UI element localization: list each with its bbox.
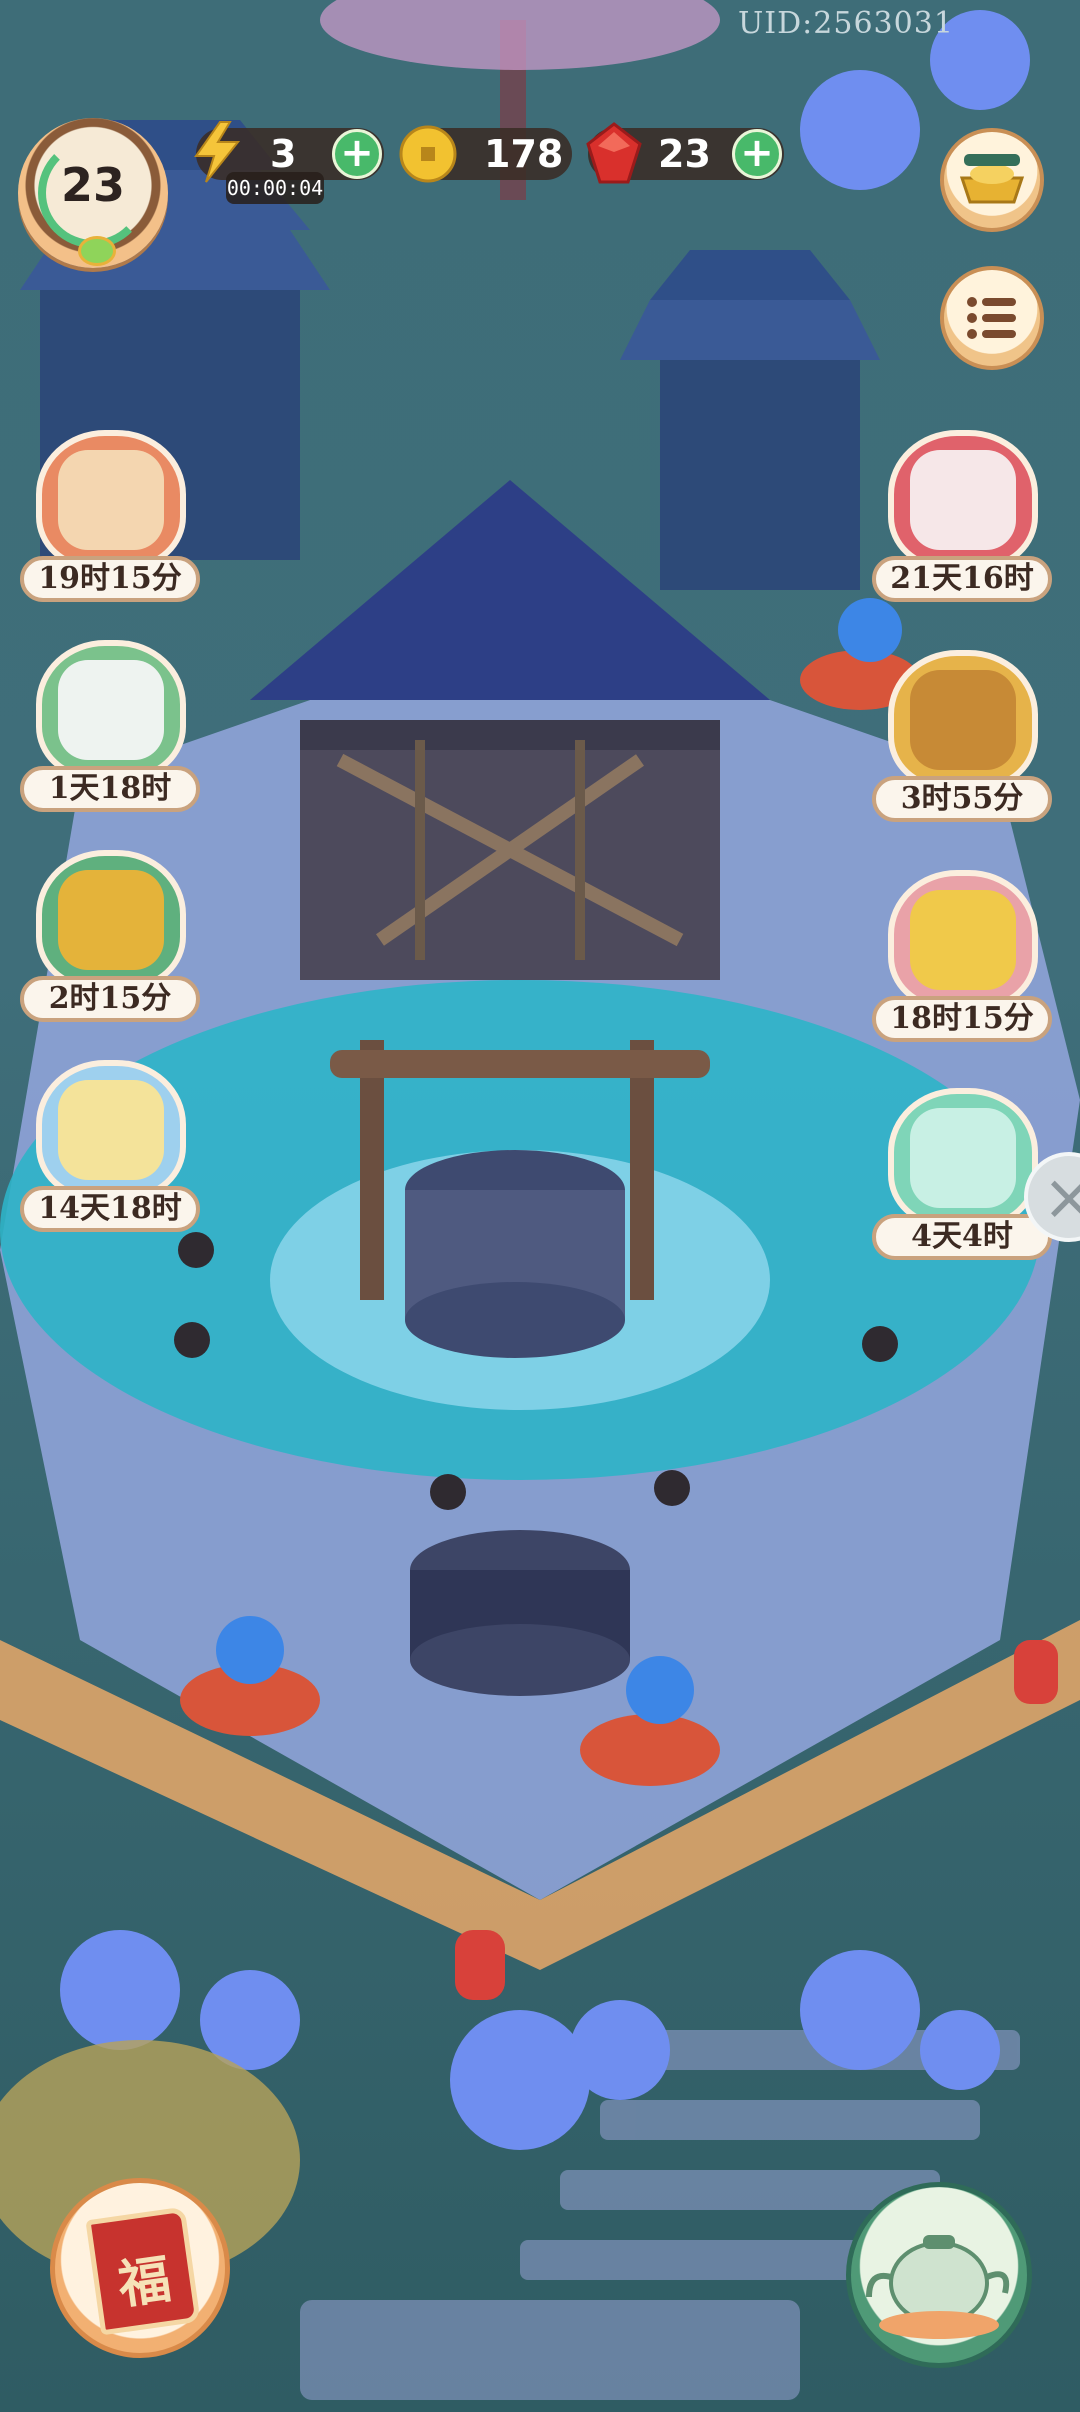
- book-button[interactable]: 福: [50, 2178, 230, 2358]
- energy-timer: 00:00:04: [226, 172, 324, 204]
- right-pagoda: [620, 250, 880, 590]
- event-moon-rabbit[interactable]: 14天18时: [20, 1060, 200, 1240]
- teapot-icon: [866, 2235, 1010, 2339]
- event-timer: 2时15分: [20, 976, 200, 1022]
- list-menu-icon: [967, 297, 1016, 339]
- add-gems-button[interactable]: +: [732, 129, 782, 179]
- gift-cat-icon: [888, 1088, 1038, 1228]
- coin-icon: [399, 125, 457, 183]
- scroll-bundle-icon: [36, 430, 186, 570]
- gem-value: 23: [658, 132, 711, 176]
- coin-cards-icon: [888, 870, 1038, 1010]
- player-level-badge[interactable]: 23: [18, 118, 168, 268]
- book-icon: 福: [85, 2206, 201, 2336]
- event-treasure-box[interactable]: 3时55分: [872, 650, 1052, 830]
- book-glyph: 福: [114, 2249, 175, 2317]
- event-timer: 1天18时: [20, 766, 200, 812]
- shop-button[interactable]: [940, 128, 1044, 232]
- menu-button[interactable]: [940, 266, 1044, 370]
- coin-value: 178: [484, 132, 564, 176]
- tea-button[interactable]: [846, 2182, 1032, 2368]
- gem-bar: 23 +: [586, 122, 784, 184]
- uid-label: UID:2563031: [738, 6, 954, 41]
- ruby-icon: [586, 122, 642, 184]
- coin-bar: 178: [399, 125, 572, 183]
- treasure-box-icon: [888, 650, 1038, 790]
- millstone: [410, 1530, 630, 1696]
- event-gold-shop[interactable]: 2时15分: [20, 850, 200, 1030]
- event-cockatoo[interactable]: 1天18时: [20, 640, 200, 820]
- ingot-shop-icon: [959, 154, 1025, 204]
- lantern-right: [1014, 1640, 1058, 1704]
- event-timer: 19时15分: [20, 556, 200, 602]
- cockatoo-icon: [36, 640, 186, 780]
- energy-value: 3: [270, 132, 297, 176]
- event-coin-cards[interactable]: 18时15分: [872, 870, 1052, 1050]
- event-timer: 4天4时: [872, 1214, 1052, 1260]
- event-timer: 18时15分: [872, 996, 1052, 1042]
- event-rabbit[interactable]: 21天16时: [872, 430, 1052, 610]
- event-timer: 3时55分: [872, 776, 1052, 822]
- gold-shop-icon: [36, 850, 186, 990]
- event-timer: 14天18时: [20, 1186, 200, 1232]
- event-scroll-bundle[interactable]: 19时15分: [20, 430, 200, 610]
- event-timer: 21天16时: [872, 556, 1052, 602]
- player-level: 23: [60, 158, 125, 212]
- game-screen: UID:2563031 23 3 + 00:00:04 178 23 + 19时…: [0, 0, 1080, 2412]
- add-energy-button[interactable]: +: [332, 129, 382, 179]
- moon-rabbit-icon: [36, 1060, 186, 1200]
- event-gift-cat[interactable]: 4天4时: [872, 1088, 1052, 1268]
- lantern-bottom: [455, 1930, 505, 2000]
- level-gem-icon: [78, 236, 116, 266]
- rabbit-event-icon: [888, 430, 1038, 570]
